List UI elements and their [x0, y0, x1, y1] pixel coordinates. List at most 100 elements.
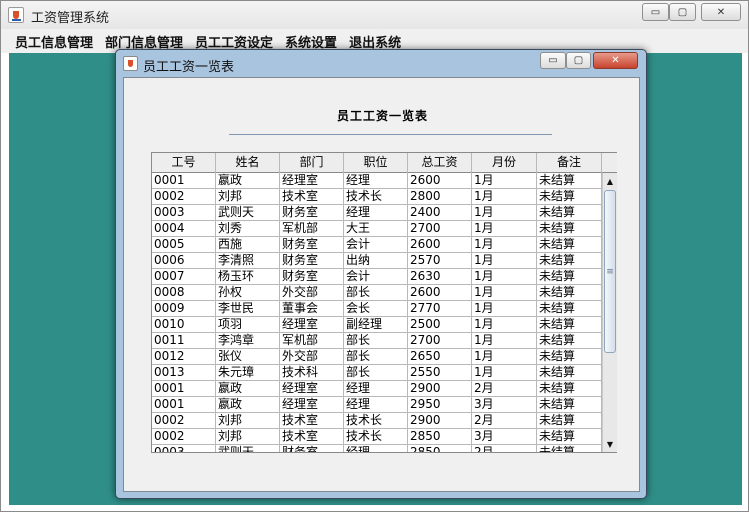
- table-cell-total-salary: 2600: [408, 173, 472, 189]
- table-row[interactable]: 0002 刘邦 技术室 技术长 2900 2月 未结算: [152, 413, 602, 429]
- table-cell-month: 1月: [472, 269, 537, 285]
- table-cell-name: 刘邦: [216, 413, 280, 429]
- table-row[interactable]: 0008 孙权 外交部 部长 2600 1月 未结算: [152, 285, 602, 301]
- table-cell-remarks: 未结算: [537, 349, 602, 365]
- table-cell-remarks: 未结算: [537, 365, 602, 381]
- table-row[interactable]: 0006 李清照 财务室 出纳 2570 1月 未结算: [152, 253, 602, 269]
- menu-system-settings[interactable]: 系统设置: [279, 32, 343, 51]
- dialog-maximize-button[interactable]: ▢: [566, 52, 591, 69]
- main-titlebar[interactable]: 工资管理系统 ▭ ▢ ✕: [1, 1, 748, 29]
- table-cell-name: 刘邦: [216, 429, 280, 445]
- salary-list-dialog: 员工工资一览表 ▭ ▢ ✕ 员工工资一览表 工号 姓名 部门 职位 总工资 月份…: [115, 49, 647, 499]
- table-row[interactable]: 0013 朱元璋 技术科 部长 2550 1月 未结算: [152, 365, 602, 381]
- table-row[interactable]: 0009 李世民 董事会 会长 2770 1月 未结算: [152, 301, 602, 317]
- table-row[interactable]: 0007 杨玉环 财务室 会计 2630 1月 未结算: [152, 269, 602, 285]
- table-cell-month: 1月: [472, 333, 537, 349]
- table-row[interactable]: 0003 武则天 财务室 经理 2400 1月 未结算: [152, 205, 602, 221]
- menu-department-info[interactable]: 部门信息管理: [99, 32, 189, 51]
- table-row[interactable]: 0001 嬴政 经理室 经理 2600 1月 未结算: [152, 173, 602, 189]
- table-cell-remarks: 未结算: [537, 317, 602, 333]
- table-cell-month: 3月: [472, 429, 537, 445]
- column-header-name[interactable]: 姓名: [216, 153, 280, 173]
- table-cell-month: 1月: [472, 173, 537, 189]
- table-cell-id: 0001: [152, 381, 216, 397]
- column-header-department[interactable]: 部门: [280, 153, 344, 173]
- main-maximize-button[interactable]: ▢: [669, 3, 696, 21]
- table-cell-month: 1月: [472, 205, 537, 221]
- table-cell-total-salary: 2950: [408, 397, 472, 413]
- table-row[interactable]: 0012 张仪 外交部 部长 2650 1月 未结算: [152, 349, 602, 365]
- table-row[interactable]: 0010 项羽 经理室 副经理 2500 1月 未结算: [152, 317, 602, 333]
- table-row[interactable]: 0004 刘秀 军机部 大王 2700 1月 未结算: [152, 221, 602, 237]
- table-cell-total-salary: 2900: [408, 381, 472, 397]
- table-cell-position: 经理: [344, 173, 408, 189]
- table-cell-position: 技术长: [344, 189, 408, 205]
- table-cell-name: 杨玉环: [216, 269, 280, 285]
- table-row[interactable]: 0002 刘邦 技术室 技术长 2850 3月 未结算: [152, 429, 602, 445]
- table-cell-name: 嬴政: [216, 397, 280, 413]
- dialog-title: 员工工资一览表: [143, 60, 235, 75]
- table-cell-department: 技术科: [280, 365, 344, 381]
- table-cell-name: 李世民: [216, 301, 280, 317]
- table-row[interactable]: 0011 李鸿章 军机部 部长 2700 1月 未结算: [152, 333, 602, 349]
- table-cell-department: 技术室: [280, 189, 344, 205]
- table-heading: 员工工资一览表: [336, 109, 428, 123]
- table-row[interactable]: 0003 武则天 财务室 经理 2850 2月 未结算: [152, 445, 602, 452]
- table-cell-name: 项羽: [216, 317, 280, 333]
- table-cell-remarks: 未结算: [537, 429, 602, 445]
- table-cell-remarks: 未结算: [537, 413, 602, 429]
- table-cell-month: 1月: [472, 301, 537, 317]
- column-header-month[interactable]: 月份: [472, 153, 537, 173]
- table-cell-department: 经理室: [280, 317, 344, 333]
- table-cell-department: 经理室: [280, 397, 344, 413]
- menu-employee-info[interactable]: 员工信息管理: [9, 32, 99, 51]
- table-cell-month: 1月: [472, 237, 537, 253]
- menu-exit-system[interactable]: 退出系统: [343, 32, 407, 51]
- column-header-remarks[interactable]: 备注: [537, 153, 602, 173]
- main-close-button[interactable]: ✕: [701, 3, 741, 21]
- table-cell-total-salary: 2770: [408, 301, 472, 317]
- table-cell-month: 2月: [472, 413, 537, 429]
- column-header-total-salary[interactable]: 总工资: [408, 153, 472, 173]
- table-cell-remarks: 未结算: [537, 269, 602, 285]
- table-cell-position: 大王: [344, 221, 408, 237]
- table-cell-id: 0001: [152, 397, 216, 413]
- table-cell-total-salary: 2700: [408, 333, 472, 349]
- table-cell-remarks: 未结算: [537, 189, 602, 205]
- table-cell-department: 财务室: [280, 269, 344, 285]
- table-cell-total-salary: 2800: [408, 189, 472, 205]
- table-cell-position: 部长: [344, 285, 408, 301]
- table-cell-position: 部长: [344, 333, 408, 349]
- dialog-close-button[interactable]: ✕: [593, 52, 638, 69]
- table-cell-id: 0002: [152, 413, 216, 429]
- column-header-id[interactable]: 工号: [152, 153, 216, 173]
- table-row[interactable]: 0002 刘邦 技术室 技术长 2800 1月 未结算: [152, 189, 602, 205]
- table-cell-total-salary: 2570: [408, 253, 472, 269]
- table-cell-position: 经理: [344, 397, 408, 413]
- column-header-position[interactable]: 职位: [344, 153, 408, 173]
- scroll-thumb[interactable]: ≡: [604, 190, 616, 353]
- scroll-up-arrow-icon[interactable]: ▲: [603, 173, 617, 189]
- table-cell-name: 李清照: [216, 253, 280, 269]
- main-minimize-button[interactable]: ▭: [642, 3, 669, 21]
- table-row[interactable]: 0001 嬴政 经理室 经理 2900 2月 未结算: [152, 381, 602, 397]
- table-cell-department: 董事会: [280, 301, 344, 317]
- table-cell-department: 财务室: [280, 205, 344, 221]
- table-cell-name: 刘邦: [216, 189, 280, 205]
- vertical-scrollbar[interactable]: ▲ ≡ ▼: [602, 173, 617, 452]
- scroll-down-arrow-icon[interactable]: ▼: [603, 436, 617, 452]
- table-cell-department: 财务室: [280, 237, 344, 253]
- dialog-minimize-button[interactable]: ▭: [540, 52, 566, 69]
- table-cell-remarks: 未结算: [537, 221, 602, 237]
- table-cell-total-salary: 2500: [408, 317, 472, 333]
- table-row[interactable]: 0005 西施 财务室 会计 2600 1月 未结算: [152, 237, 602, 253]
- table-cell-remarks: 未结算: [537, 397, 602, 413]
- dialog-titlebar[interactable]: 员工工资一览表 ▭ ▢ ✕: [116, 50, 646, 76]
- menu-salary-settings[interactable]: 员工工资设定: [189, 32, 279, 51]
- table-cell-month: 3月: [472, 397, 537, 413]
- table-cell-id: 0013: [152, 365, 216, 381]
- table-cell-name: 刘秀: [216, 221, 280, 237]
- table-row[interactable]: 0001 嬴政 经理室 经理 2950 3月 未结算: [152, 397, 602, 413]
- table-cell-remarks: 未结算: [537, 333, 602, 349]
- table-cell-total-salary: 2850: [408, 429, 472, 445]
